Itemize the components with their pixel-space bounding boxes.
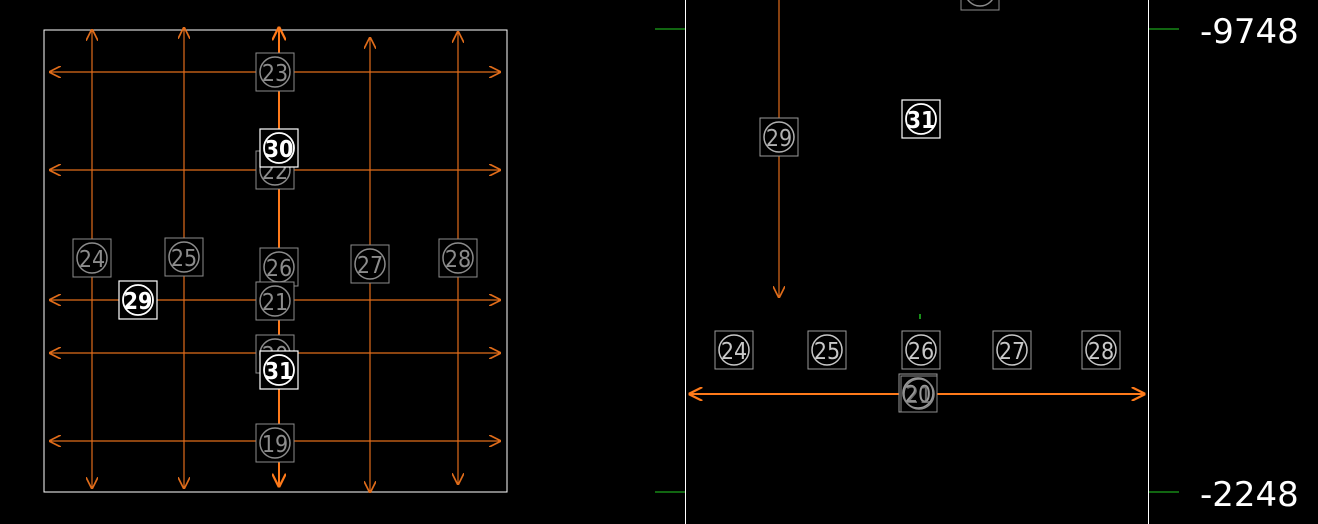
grid-label-text: 25 (814, 339, 840, 365)
grid-label-text: 27 (357, 253, 383, 279)
grid-label-text: 24 (721, 339, 747, 365)
grid-label-text: 21 (262, 290, 288, 316)
grid-label-19[interactable]: 19 (255, 423, 295, 463)
section-label-28[interactable]: 28 (1081, 330, 1121, 370)
grid-label-31-active[interactable]: 31 (259, 350, 299, 390)
grid-label-30-active[interactable]: 30 (259, 128, 299, 168)
grid-label-24[interactable]: 24 (72, 238, 112, 278)
grid-label-text: 21 (906, 383, 932, 409)
grid-label-text: 26 (266, 256, 292, 282)
plan-view[interactable]: 23 22 24 25 26 27 28 21 19 30 29 31 (43, 28, 508, 492)
grid-label-29-active[interactable]: 29 (118, 280, 158, 320)
grid-label-text: 19 (262, 432, 288, 458)
section-label-24[interactable]: 24 (714, 330, 754, 370)
section-label-26[interactable]: 26 (901, 330, 941, 370)
cad-viewport[interactable]: 23 22 24 25 26 27 28 21 19 30 29 31 -974… (0, 0, 1318, 524)
grid-label-27[interactable]: 27 (350, 244, 390, 284)
grid-label-text: 28 (445, 247, 471, 273)
level-label-top: -9748 (1200, 12, 1299, 52)
grid-label-23[interactable]: 23 (255, 52, 295, 92)
grid-label-26[interactable]: 26 (259, 247, 299, 287)
grid-label-text: 24 (79, 247, 105, 273)
section-label-29[interactable]: 29 (759, 117, 799, 157)
grid-label-text: 23 (262, 61, 288, 87)
grid-label-text: 31 (265, 359, 294, 385)
section-label-27[interactable]: 27 (992, 330, 1032, 370)
grid-label-text: 28 (1088, 339, 1114, 365)
grid-label-text: 29 (766, 126, 792, 152)
section-label-32[interactable]: 32 (960, 0, 1000, 11)
section-label-25[interactable]: 25 (807, 330, 847, 370)
grid-label-text: 31 (907, 108, 936, 134)
level-label-bottom: -2248 (1200, 475, 1299, 515)
grid-label-text: 25 (171, 246, 197, 272)
grid-label-text: 27 (999, 339, 1025, 365)
section-view[interactable]: -9748 -2248 32 29 31 24 (655, 0, 1299, 524)
grid-label-text: 26 (908, 339, 934, 365)
grid-label-21[interactable]: 21 (255, 281, 295, 321)
section-label-31[interactable]: 31 (901, 99, 941, 139)
grid-label-28[interactable]: 28 (438, 238, 478, 278)
grid-label-text: 30 (265, 137, 294, 163)
grid-label-text: 32 (967, 0, 993, 6)
grid-label-25[interactable]: 25 (164, 237, 204, 277)
grid-label-text: 29 (124, 289, 153, 315)
